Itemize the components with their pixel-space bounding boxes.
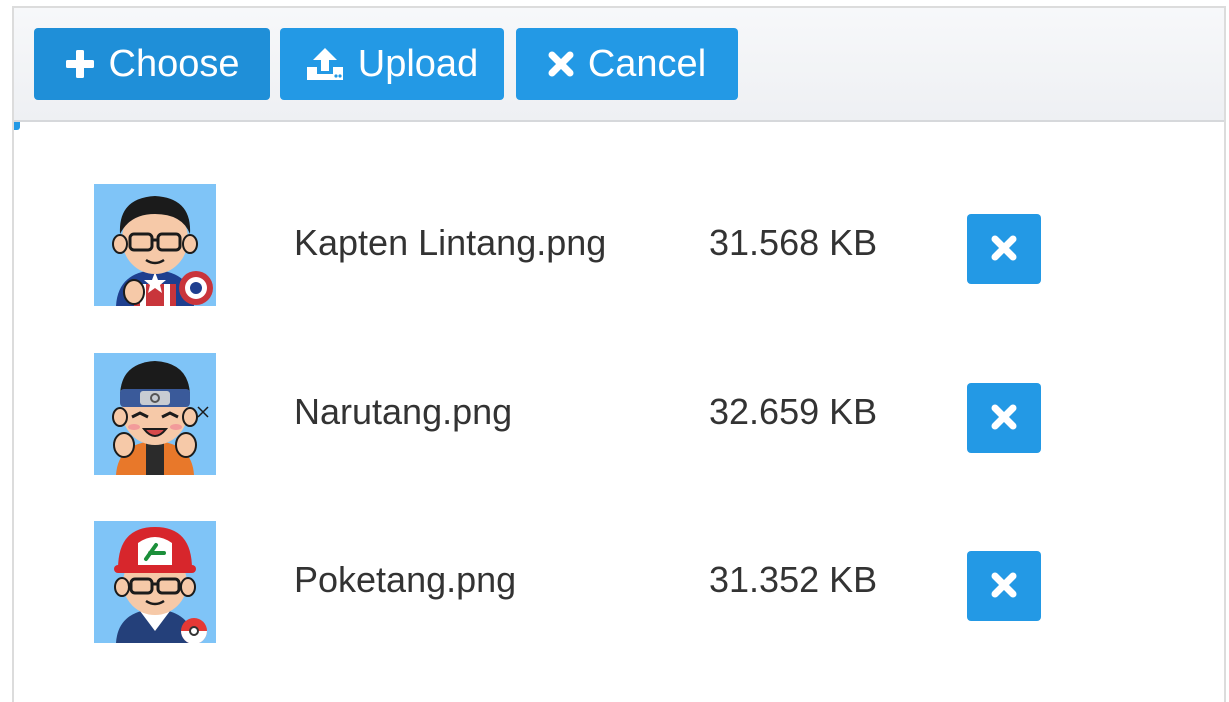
choose-button[interactable]: Choose	[34, 28, 270, 100]
remove-file-button[interactable]	[967, 551, 1041, 621]
times-icon	[991, 235, 1017, 264]
times-icon	[991, 572, 1017, 601]
times-icon	[548, 51, 574, 77]
upload-icon	[306, 47, 344, 81]
times-icon	[991, 404, 1017, 433]
ninja-avatar	[94, 353, 216, 475]
file-size: 32.659 KB	[709, 391, 878, 432]
file-upload-panel: Choose Upload Cancel Kapten Lintang.png …	[12, 6, 1226, 702]
file-row: Narutang.png 32.659 KB	[14, 353, 1224, 475]
upload-button[interactable]: Upload	[280, 28, 504, 100]
cancel-button[interactable]: Cancel	[516, 28, 738, 100]
plus-icon	[65, 49, 95, 79]
file-name: Poketang.png	[294, 559, 517, 600]
remove-file-button[interactable]	[967, 383, 1041, 453]
choose-label: Choose	[108, 42, 240, 85]
cancel-label: Cancel	[587, 42, 707, 85]
file-row: Poketang.png 31.352 KB	[14, 521, 1224, 643]
file-size: 31.352 KB	[709, 559, 878, 600]
file-row: Kapten Lintang.png 31.568 KB	[14, 184, 1224, 306]
captain-avatar	[94, 184, 216, 306]
file-name: Narutang.png	[294, 391, 513, 432]
trainer-avatar	[94, 521, 216, 643]
upload-toolbar: Choose Upload Cancel	[14, 8, 1224, 122]
file-list: Kapten Lintang.png 31.568 KB Narutang.pn…	[14, 124, 1224, 702]
file-size: 31.568 KB	[709, 222, 878, 263]
file-name: Kapten Lintang.png	[294, 222, 607, 263]
remove-file-button[interactable]	[967, 214, 1041, 284]
upload-label: Upload	[357, 42, 479, 85]
